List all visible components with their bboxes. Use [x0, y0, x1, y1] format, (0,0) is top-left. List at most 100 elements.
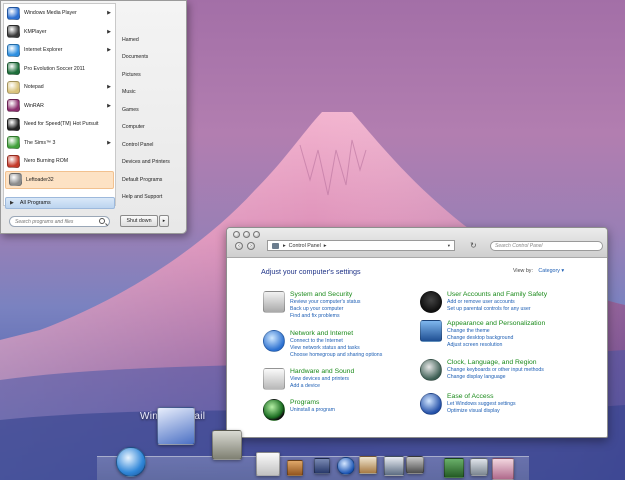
start-right-item[interactable]: Help and Support — [122, 189, 186, 207]
refresh-icon[interactable]: ↻ — [470, 241, 477, 250]
start-right-item[interactable]: Hamed — [122, 31, 186, 49]
ease-of-access-icon[interactable] — [420, 393, 442, 415]
category-task-link[interactable]: Find and fix problems — [290, 313, 360, 320]
start-right-item[interactable]: Control Panel — [122, 136, 186, 154]
category-item: Network and Internet Connect to the Inter… — [263, 330, 382, 359]
control-panel-search[interactable]: Search Control Panel — [490, 241, 603, 251]
submenu-arrow-icon[interactable]: ▶ — [107, 103, 111, 109]
category-task-link[interactable]: Add a device — [290, 383, 354, 390]
photos-icon[interactable] — [492, 458, 514, 480]
maximize-window-button[interactable] — [253, 231, 260, 238]
category-task-link[interactable]: Back up your computer — [290, 306, 360, 313]
back-button[interactable]: ‹ — [235, 242, 243, 250]
minimize-window-button[interactable] — [243, 231, 250, 238]
category-task-link[interactable]: Change the theme — [447, 328, 545, 335]
breadcrumb-control-panel[interactable]: Control Panel — [289, 243, 321, 249]
program-item[interactable]: Pro Evolution Soccer 2011 — [4, 60, 115, 79]
all-programs-button[interactable]: ▶ All Programs — [5, 197, 115, 209]
program-item[interactable]: WinRAR ▶ — [4, 97, 115, 116]
program-item[interactable]: Nero Burning ROM — [4, 152, 115, 171]
submenu-arrow-icon[interactable]: ▶ — [107, 10, 111, 16]
category-title-link[interactable]: Ease of Access — [447, 393, 516, 401]
windows-mail-icon[interactable] — [157, 407, 195, 445]
category-task-link[interactable]: Set up parental controls for any user — [447, 306, 547, 313]
control-panel-icon — [272, 242, 279, 249]
shutdown-button[interactable]: Shut down — [120, 215, 158, 227]
category-task-link[interactable]: Uninstall a program — [290, 407, 335, 414]
chevron-down-icon[interactable]: ▾ — [448, 243, 450, 249]
sims3-icon — [7, 136, 20, 150]
category-title-link[interactable]: System and Security — [290, 291, 360, 299]
category-title-link[interactable]: Network and Internet — [290, 330, 382, 338]
network-internet-icon[interactable] — [263, 330, 285, 352]
category-item: Ease of Access Let Windows suggest settin… — [420, 393, 516, 415]
category-title-link[interactable]: Clock, Language, and Region — [447, 359, 544, 367]
category-task-link[interactable]: Change desktop background — [447, 335, 545, 342]
submenu-arrow-icon[interactable]: ▶ — [107, 29, 111, 35]
system-security-icon[interactable] — [263, 291, 285, 313]
category-title-link[interactable]: Hardware and Sound — [290, 368, 354, 376]
category-item: Programs Uninstall a program — [263, 399, 335, 421]
submenu-arrow-icon[interactable]: ▶ — [107, 47, 111, 53]
pencil-icon[interactable] — [287, 460, 303, 476]
safari-icon[interactable] — [116, 447, 146, 477]
window-titlebar[interactable]: ‹ › ▸ Control Panel ▸ ▾ ↻ Search Control… — [227, 228, 607, 258]
spreadsheet-icon[interactable] — [444, 458, 464, 478]
appearance-icon[interactable] — [420, 320, 442, 342]
app-icon[interactable] — [406, 456, 424, 474]
submenu-arrow-icon[interactable]: ▶ — [107, 84, 111, 90]
home-icon[interactable] — [359, 456, 377, 474]
control-panel-window: ‹ › ▸ Control Panel ▸ ▾ ↻ Search Control… — [226, 227, 608, 438]
category-task-link[interactable]: Let Windows suggest settings — [447, 401, 516, 408]
program-label: The Sims™ 3 — [24, 139, 56, 146]
category-title-link[interactable]: Appearance and Personalization — [447, 320, 545, 328]
category-task-link[interactable]: View devices and printers — [290, 376, 354, 383]
program-item[interactable]: Need for Speed(TM) Hot Pursuit — [4, 115, 115, 134]
category-title-link[interactable]: User Accounts and Family Safety — [447, 291, 547, 299]
start-right-item[interactable]: Music — [122, 84, 186, 102]
category-task-link[interactable]: Review your computer's status — [290, 299, 360, 306]
start-search-box[interactable] — [9, 216, 110, 227]
start-right-item[interactable]: Documents — [122, 49, 186, 67]
notepad-icon[interactable] — [256, 452, 280, 476]
user-accounts-icon[interactable] — [420, 291, 442, 313]
play-icon[interactable] — [337, 457, 355, 475]
breadcrumb-sep-icon: ▸ — [323, 242, 327, 249]
start-right-item[interactable]: Games — [122, 101, 186, 119]
program-item[interactable]: Internet Explorer ▶ — [4, 41, 115, 60]
address-bar[interactable]: ▸ Control Panel ▸ ▾ — [267, 240, 455, 251]
category-title-link[interactable]: Programs — [290, 399, 335, 407]
monitor-icon[interactable] — [384, 456, 404, 476]
category-task-link[interactable]: Change display language — [447, 374, 544, 381]
category-task-link[interactable]: Choose homegroup and sharing options — [290, 352, 382, 359]
clock-language-icon[interactable] — [420, 359, 442, 381]
start-search-input[interactable] — [15, 218, 95, 225]
start-right-item[interactable]: Pictures — [122, 66, 186, 84]
category-task-link[interactable]: Optimize visual display — [447, 408, 516, 415]
media-icon[interactable] — [314, 458, 330, 474]
forward-button[interactable]: › — [247, 242, 255, 250]
hardware-sound-icon[interactable] — [263, 368, 285, 390]
category-task-link[interactable]: Add or remove user accounts — [447, 299, 547, 306]
close-window-button[interactable] — [233, 231, 240, 238]
submenu-arrow-icon[interactable]: ▶ — [107, 140, 111, 146]
program-item[interactable]: Notepad ▶ — [4, 78, 115, 97]
program-item[interactable]: Windows Media Player ▶ — [4, 4, 115, 23]
start-right-item[interactable]: Computer — [122, 119, 186, 137]
search-icon[interactable] — [99, 218, 105, 224]
category-task-link[interactable]: Change keyboards or other input methods — [447, 367, 544, 374]
trash-icon[interactable] — [470, 458, 488, 476]
program-item[interactable]: The Sims™ 3 ▶ — [4, 134, 115, 153]
calculator-icon[interactable] — [212, 430, 242, 460]
category-task-link[interactable]: View network status and tasks — [290, 345, 382, 352]
shutdown-options-button[interactable]: ▸ — [159, 215, 169, 227]
programs-icon[interactable] — [263, 399, 285, 421]
program-item[interactable]: KMPlayer ▶ — [4, 23, 115, 42]
category-item: Clock, Language, and Region Change keyboa… — [420, 359, 544, 381]
start-right-item[interactable]: Devices and Printers — [122, 154, 186, 172]
program-item[interactable]: Leftoader32 — [5, 170, 114, 189]
start-right-item[interactable]: Default Programs — [122, 171, 186, 189]
category-task-link[interactable]: Connect to the Internet — [290, 338, 382, 345]
view-by-dropdown[interactable]: Category ▾ — [538, 268, 564, 274]
category-task-link[interactable]: Adjust screen resolution — [447, 342, 545, 349]
